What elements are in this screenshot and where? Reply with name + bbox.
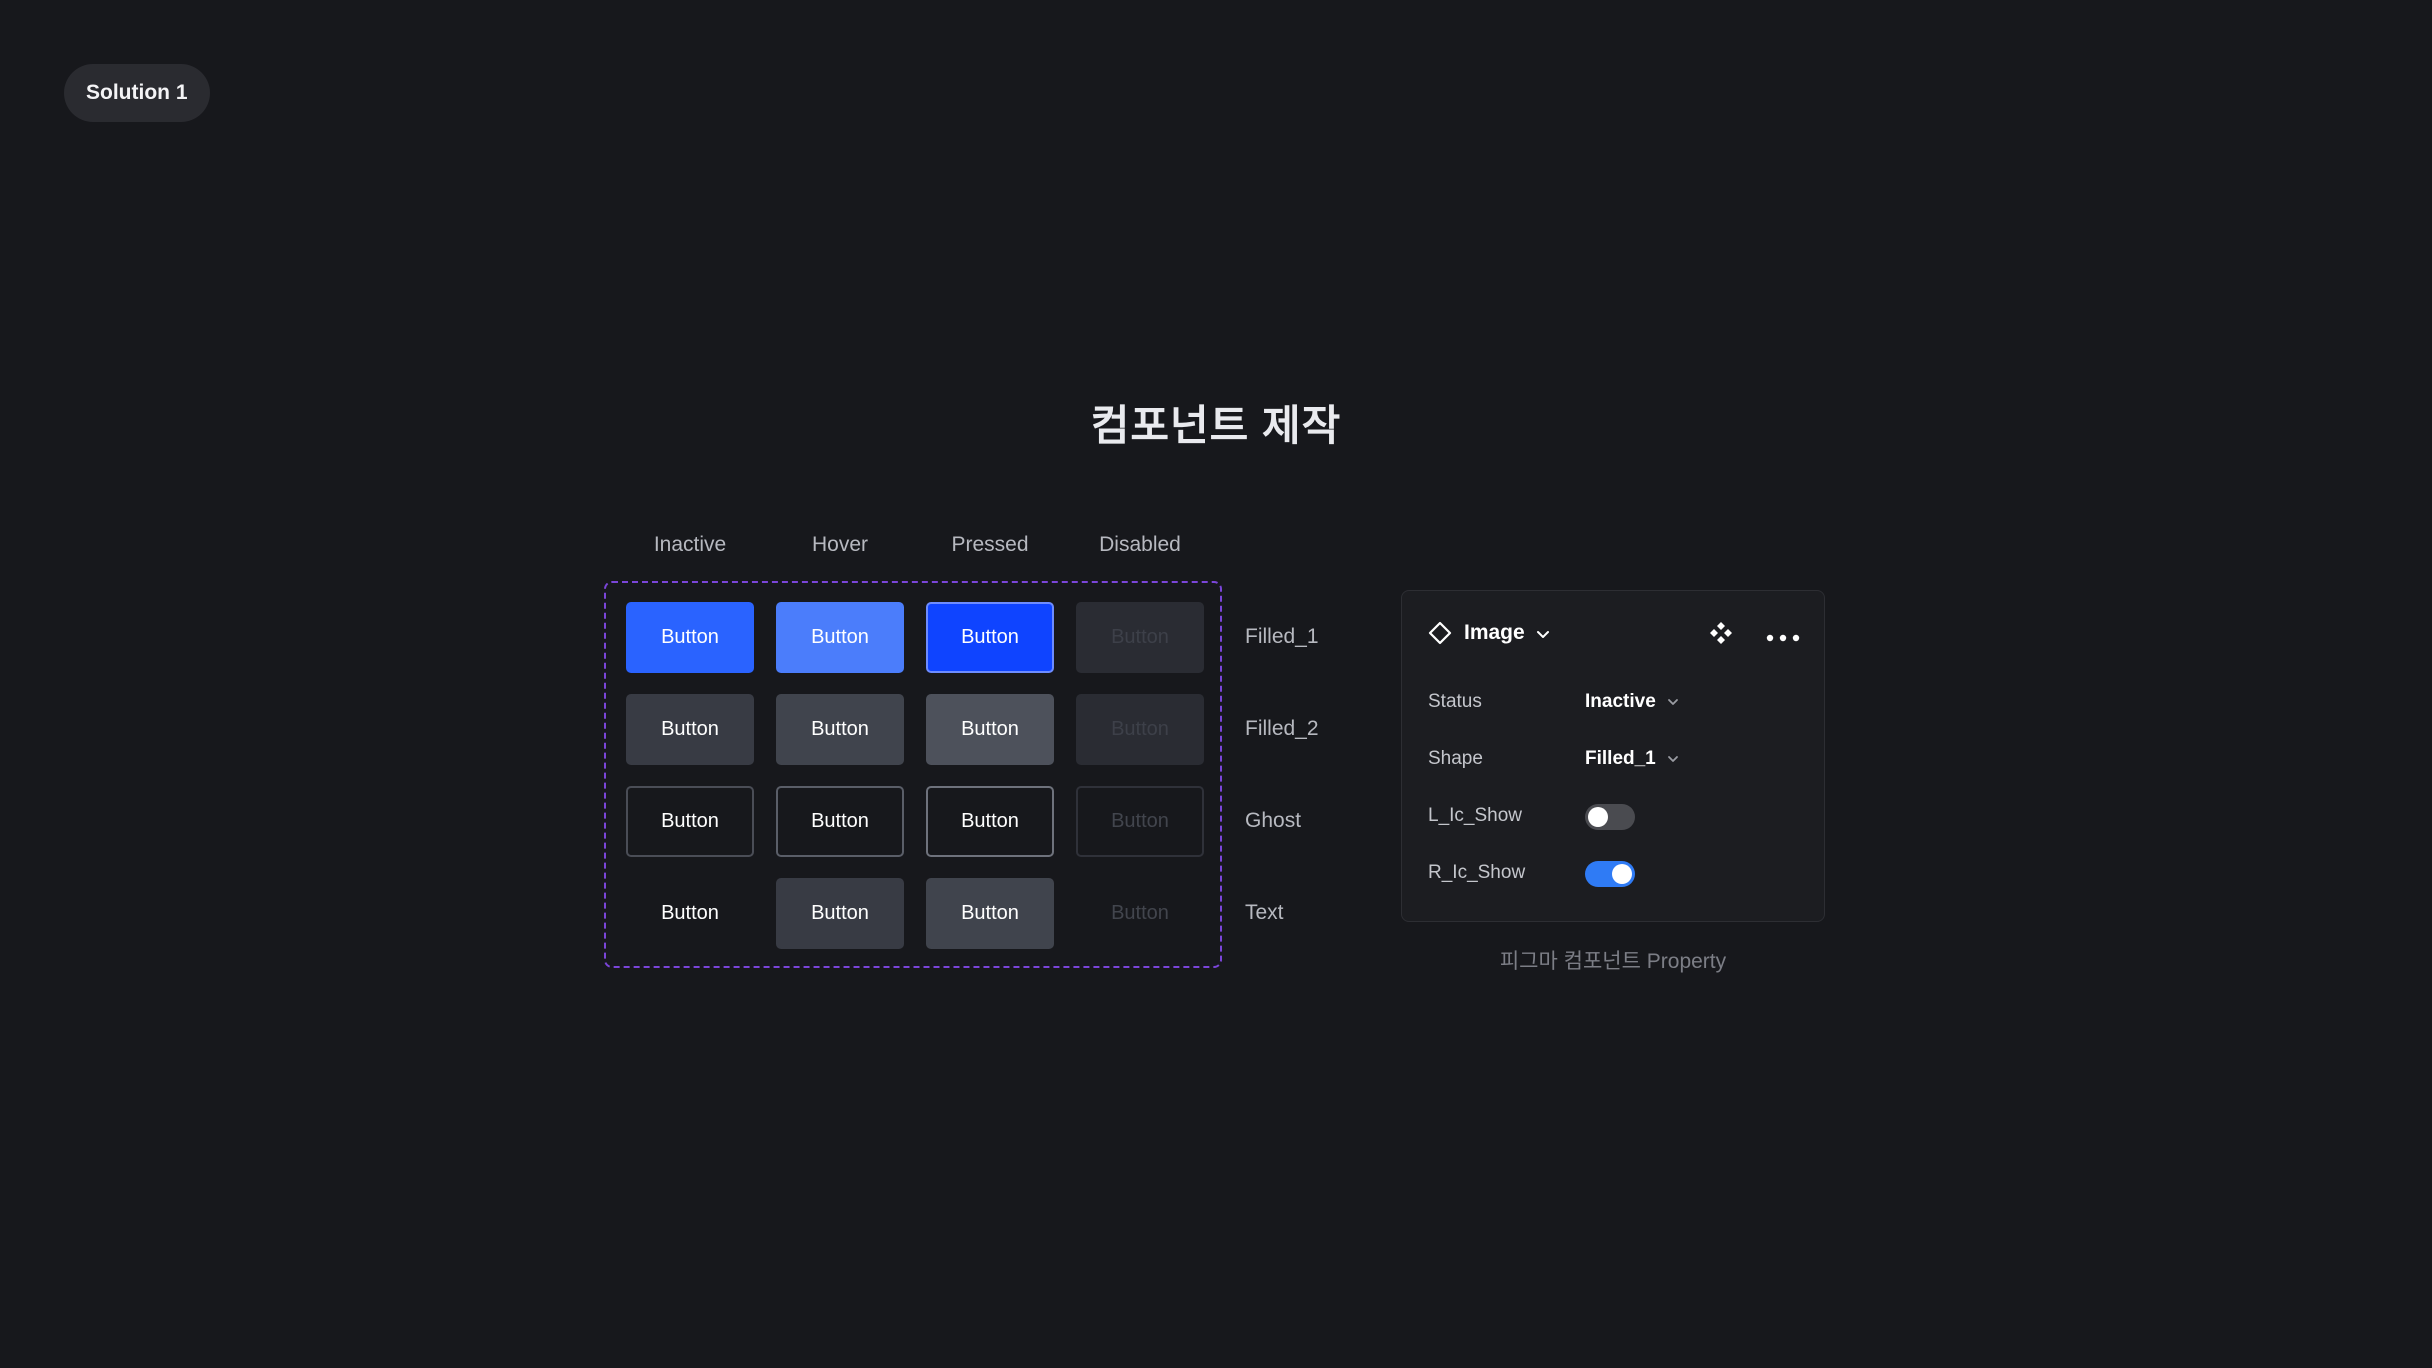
ghost-pressed-button[interactable]: Button bbox=[926, 786, 1054, 857]
shape-label: Shape bbox=[1428, 748, 1483, 769]
row-label-text: Text bbox=[1245, 901, 1284, 924]
text-hover-button[interactable]: Button bbox=[776, 878, 904, 949]
ghost-disabled-button: Button bbox=[1076, 786, 1204, 857]
filled1-pressed-button[interactable]: Button bbox=[926, 602, 1054, 673]
row-label-filled2: Filled_2 bbox=[1245, 717, 1319, 740]
status-label: Status bbox=[1428, 691, 1482, 712]
page-title: 컴포넌트 제작 bbox=[1090, 402, 1342, 449]
chevron-down-icon[interactable] bbox=[1535, 627, 1551, 648]
text-pressed-button[interactable]: Button bbox=[926, 878, 1054, 949]
text-disabled-button: Button bbox=[1111, 902, 1169, 924]
component-properties-panel: Image Status Inactive Shape Filled_1 L_I… bbox=[1401, 590, 1825, 922]
canvas: Solution 1 컴포넌트 제작 Inactive Hover Presse… bbox=[0, 0, 2432, 1368]
toggle-knob bbox=[1612, 864, 1632, 884]
row-label-ghost: Ghost bbox=[1245, 809, 1302, 832]
status-select[interactable]: Inactive bbox=[1585, 691, 1680, 713]
filled2-pressed-button[interactable]: Button bbox=[926, 694, 1054, 765]
filled1-inactive-button[interactable]: Button bbox=[626, 602, 754, 673]
row-label-filled1: Filled_1 bbox=[1245, 625, 1319, 648]
l-ic-show-label: L_Ic_Show bbox=[1428, 805, 1523, 826]
column-header-disabled: Disabled bbox=[1099, 533, 1181, 556]
ghost-hover-button[interactable]: Button bbox=[776, 786, 904, 857]
panel-title[interactable]: Image bbox=[1464, 621, 1525, 645]
shape-select[interactable]: Filled_1 bbox=[1585, 748, 1680, 770]
chevron-down-icon bbox=[1667, 699, 1678, 705]
filled2-disabled-button: Button bbox=[1076, 694, 1204, 765]
column-header-pressed: Pressed bbox=[951, 533, 1029, 556]
shape-value: Filled_1 bbox=[1585, 748, 1656, 769]
toggle-knob bbox=[1588, 807, 1608, 827]
filled1-disabled-button: Button bbox=[1076, 602, 1204, 673]
filled1-hover-button[interactable]: Button bbox=[776, 602, 904, 673]
component-icon[interactable] bbox=[1708, 620, 1734, 651]
r-ic-show-toggle[interactable] bbox=[1585, 861, 1635, 887]
filled2-hover-button[interactable]: Button bbox=[776, 694, 904, 765]
solution-badge[interactable]: Solution 1 bbox=[64, 64, 210, 122]
text-inactive-button[interactable]: Button bbox=[626, 878, 754, 949]
more-icon[interactable] bbox=[1766, 629, 1800, 647]
chevron-down-icon bbox=[1667, 756, 1678, 762]
status-value: Inactive bbox=[1585, 691, 1656, 712]
column-header-inactive: Inactive bbox=[653, 533, 727, 556]
l-ic-show-toggle[interactable] bbox=[1585, 804, 1635, 830]
panel-caption: 피그마 컴포넌트 Property bbox=[1499, 950, 1727, 973]
filled2-inactive-button[interactable]: Button bbox=[626, 694, 754, 765]
diamond-icon bbox=[1428, 621, 1452, 650]
column-header-hover: Hover bbox=[811, 533, 869, 556]
r-ic-show-label: R_Ic_Show bbox=[1428, 862, 1526, 883]
ghost-inactive-button[interactable]: Button bbox=[626, 786, 754, 857]
